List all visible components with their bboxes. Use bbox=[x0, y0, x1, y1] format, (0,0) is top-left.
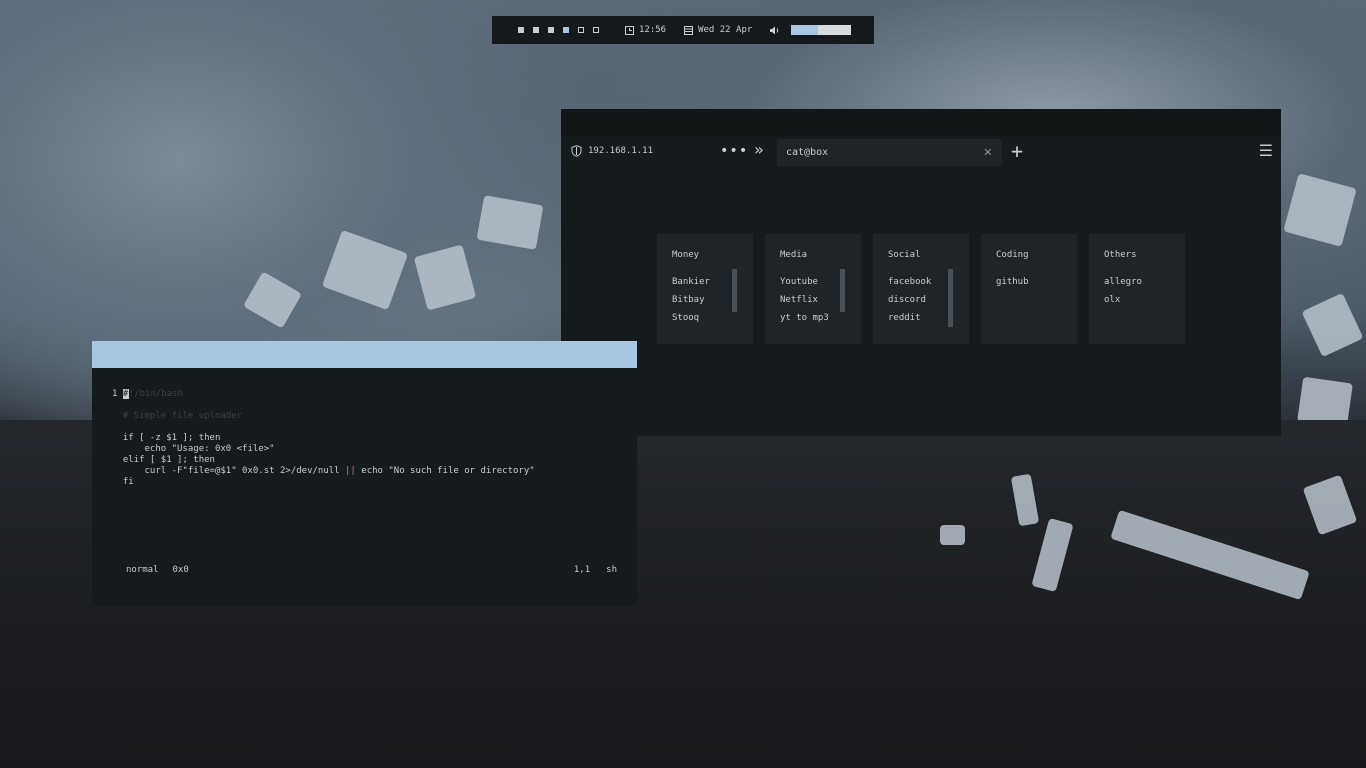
workspace-6[interactable] bbox=[593, 27, 599, 33]
card-title: Media bbox=[780, 250, 808, 260]
line-number: 1 bbox=[112, 389, 118, 399]
browser-toolbar: 192.168.1.11 ••• » cat@box ✕ + ☰ bbox=[561, 136, 1281, 168]
shield-icon[interactable] bbox=[571, 145, 582, 157]
volume-control[interactable] bbox=[770, 25, 852, 35]
card-title: Social bbox=[888, 250, 921, 260]
new-tab-button[interactable]: + bbox=[1011, 139, 1023, 163]
volume-slider[interactable] bbox=[791, 25, 852, 35]
date: Wed 22 Apr bbox=[684, 25, 752, 35]
url-text[interactable]: 192.168.1.11 bbox=[588, 146, 653, 156]
code-line-7: elif [ $1 ]; then bbox=[122, 455, 215, 465]
link-allegro[interactable]: allegro bbox=[1104, 277, 1142, 287]
browser-window: 192.168.1.11 ••• » cat@box ✕ + ☰ Money B… bbox=[561, 109, 1281, 436]
code-line-5: if [ -z $1 ]; then bbox=[122, 433, 221, 443]
code-line-8c: echo "No such file or directory" bbox=[355, 466, 535, 476]
editor-buffer[interactable]: 1 #!/bin/bash # Simple file uploader if … bbox=[112, 389, 535, 488]
date-text: Wed 22 Apr bbox=[698, 25, 753, 35]
link-yt-to-mp3[interactable]: yt to mp3 bbox=[780, 313, 829, 323]
card-scrollbar[interactable] bbox=[732, 269, 737, 312]
code-line-1: !/bin/bash bbox=[128, 389, 184, 399]
card-links: Youtube Netflix yt to mp3 bbox=[780, 277, 829, 323]
page-actions-icon[interactable]: ••• bbox=[720, 143, 748, 159]
card-links: github bbox=[996, 277, 1029, 287]
workspace-1[interactable] bbox=[518, 27, 524, 33]
tab-cat-box[interactable]: cat@box ✕ bbox=[777, 139, 1002, 166]
code-line-9: fi bbox=[122, 477, 134, 487]
workspace-indicators bbox=[518, 27, 599, 33]
link-reddit[interactable]: reddit bbox=[888, 313, 931, 323]
browser-titlebar[interactable] bbox=[561, 109, 1281, 136]
statusline-right: 1,1 sh bbox=[574, 565, 617, 575]
link-stooq[interactable]: Stooq bbox=[672, 313, 710, 323]
link-bankier[interactable]: Bankier bbox=[672, 277, 710, 287]
card-others: Others allegro olx bbox=[1089, 234, 1185, 344]
cursor-position: 1,1 bbox=[573, 565, 591, 575]
code-line-8b: || bbox=[345, 466, 356, 476]
file-name: 0x0 bbox=[172, 565, 189, 575]
terminal-window[interactable]: 1 #!/bin/bash # Simple file uploader if … bbox=[92, 341, 637, 606]
close-icon[interactable]: ✕ bbox=[984, 144, 992, 160]
card-money: Money Bankier Bitbay Stooq bbox=[657, 234, 753, 344]
address-bar[interactable]: 192.168.1.11 bbox=[571, 145, 653, 157]
code-line-6: echo "Usage: 0x0 <file>" bbox=[122, 444, 275, 454]
workspace-2[interactable] bbox=[533, 27, 539, 33]
clock-time: 12:56 bbox=[639, 25, 667, 35]
link-netflix[interactable]: Netflix bbox=[780, 295, 829, 305]
clock-icon bbox=[625, 25, 634, 35]
tab-title: cat@box bbox=[786, 147, 829, 158]
terminal-titlebar[interactable] bbox=[92, 341, 637, 368]
code-line-3: # Simple file uploader bbox=[122, 411, 243, 421]
card-links: allegro olx bbox=[1104, 277, 1142, 305]
code-line-8a: curl -F"file=@$1" 0x0.st 2>/dev/null bbox=[122, 466, 346, 476]
mode-indicator: normal bbox=[126, 565, 159, 575]
card-scrollbar[interactable] bbox=[840, 269, 845, 312]
card-social: Social facebook discord reddit bbox=[873, 234, 969, 344]
volume-level bbox=[791, 25, 819, 35]
card-title: Money bbox=[672, 250, 700, 260]
workspace-3[interactable] bbox=[548, 27, 554, 33]
link-github[interactable]: github bbox=[996, 277, 1029, 287]
clock: 12:56 bbox=[625, 25, 666, 35]
link-olx[interactable]: olx bbox=[1104, 295, 1142, 305]
status-bar: 12:56 Wed 22 Apr bbox=[492, 16, 874, 44]
workspace-4-active[interactable] bbox=[563, 27, 569, 33]
statusline-left: normal 0x0 bbox=[126, 565, 189, 575]
startpage-cards: Money Bankier Bitbay Stooq Media Youtube… bbox=[657, 234, 1185, 344]
link-bitbay[interactable]: Bitbay bbox=[672, 295, 710, 305]
card-title: Others bbox=[1104, 250, 1137, 260]
chevron-right-icon[interactable]: » bbox=[754, 140, 764, 159]
card-scrollbar[interactable] bbox=[948, 269, 953, 327]
card-links: facebook discord reddit bbox=[888, 277, 931, 323]
card-media: Media Youtube Netflix yt to mp3 bbox=[765, 234, 861, 344]
speaker-icon bbox=[770, 26, 779, 34]
hamburger-menu-icon[interactable]: ☰ bbox=[1259, 141, 1273, 160]
file-type: sh bbox=[606, 565, 617, 575]
calendar-icon bbox=[684, 25, 694, 35]
card-links: Bankier Bitbay Stooq bbox=[672, 277, 710, 323]
card-title: Coding bbox=[996, 250, 1029, 260]
workspace-5[interactable] bbox=[578, 27, 584, 33]
link-facebook[interactable]: facebook bbox=[888, 277, 931, 287]
link-youtube[interactable]: Youtube bbox=[780, 277, 829, 287]
link-discord[interactable]: discord bbox=[888, 295, 931, 305]
card-coding: Coding github bbox=[981, 234, 1077, 344]
